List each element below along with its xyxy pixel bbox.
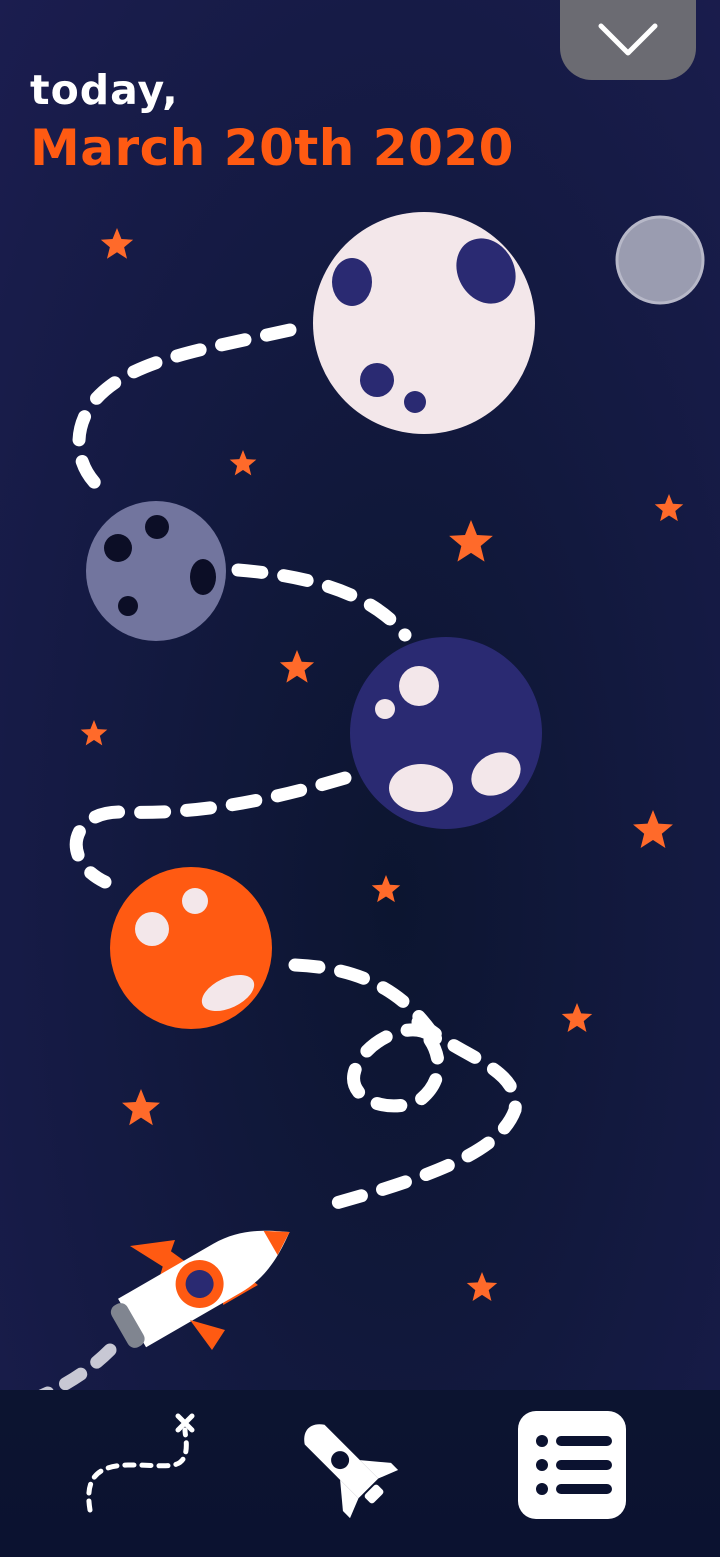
planet-grey [86, 501, 226, 641]
collapse-button[interactable] [560, 0, 696, 80]
planet-navy [350, 637, 542, 829]
rocket-nav-button[interactable] [285, 1400, 415, 1530]
route-nav-button[interactable] [75, 1400, 205, 1530]
date-header: today, March 20th 2020 [30, 62, 514, 178]
list-nav-button[interactable] [507, 1400, 637, 1530]
chevron-down-icon [598, 23, 658, 56]
list-icon [518, 1411, 626, 1519]
space-map-illustration [0, 212, 705, 1417]
rocket-icon [304, 1424, 399, 1519]
dotted-route-icon [86, 1413, 195, 1513]
date-label: March 20th 2020 [30, 119, 514, 177]
app-screen: today, March 20th 2020 [0, 0, 720, 1557]
rocket-fin-bottom [190, 1320, 225, 1350]
today-label: today, [30, 66, 179, 114]
planet-orange [110, 867, 272, 1029]
planet-light [313, 212, 535, 434]
small-moon [615, 215, 705, 305]
